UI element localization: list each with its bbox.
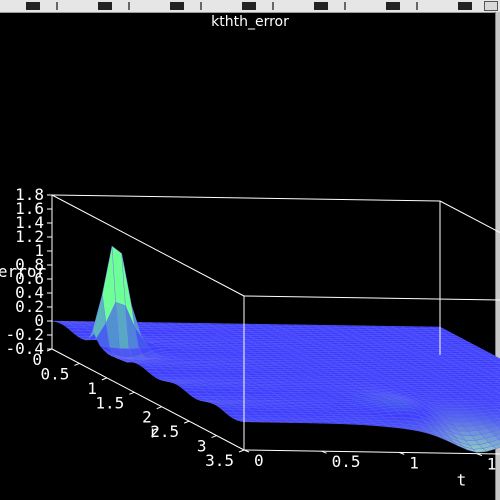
box-edge	[51, 194, 441, 202]
y-tick-label: 0.5	[332, 452, 361, 471]
x-tick	[238, 449, 245, 453]
x-tick	[211, 435, 217, 439]
surface-chart: 00.511.522.533.500.511.522.51.81.61.41.2…	[0, 185, 500, 489]
x-tick-label: 1.5	[95, 393, 124, 412]
y-tick-label: 1	[409, 453, 419, 472]
x-tick	[129, 391, 135, 395]
y-axis-line	[243, 449, 500, 455]
surface-mesh	[51, 245, 500, 453]
y-tick-label: 1.5	[487, 455, 500, 474]
x-tick	[156, 406, 162, 410]
x-tick	[183, 420, 190, 424]
box-edge	[51, 194, 245, 297]
box-edge	[243, 295, 500, 301]
x-tick	[101, 377, 108, 381]
z-axis-label: error	[0, 262, 46, 281]
x-tick-label: 0.5	[41, 364, 70, 383]
y-tick-label: 0	[254, 451, 264, 470]
box-edge	[439, 200, 500, 234]
z-tick-label: -0.4	[5, 339, 44, 358]
y-axis-label: t	[457, 470, 467, 489]
x-tick-label: 3.5	[205, 451, 234, 470]
x-axis-label: r	[149, 423, 159, 442]
x-tick	[74, 362, 80, 366]
